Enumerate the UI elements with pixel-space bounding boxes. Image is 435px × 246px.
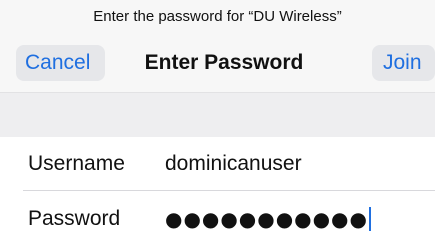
join-button[interactable]: Join	[372, 45, 435, 81]
username-row[interactable]: Username dominicanuser	[0, 137, 435, 191]
network-prompt: Enter the password for “DU Wireless”	[93, 8, 342, 25]
username-field[interactable]: dominicanuser	[165, 137, 302, 191]
sheet-header: Enter the password for “DU Wireless” Can…	[0, 0, 435, 92]
password-label: Password	[28, 207, 121, 230]
wifi-password-sheet: Enter the password for “DU Wireless” Can…	[0, 0, 435, 246]
text-cursor	[368, 207, 371, 231]
username-label: Username	[28, 152, 125, 175]
cancel-button[interactable]: Cancel	[16, 45, 105, 81]
row-divider	[23, 190, 435, 191]
page-title: Enter Password	[144, 51, 304, 74]
password-mask: ●●●●●●●●●●●	[165, 207, 368, 231]
section-spacer	[0, 92, 435, 137]
password-field[interactable]: ●●●●●●●●●●●	[165, 192, 371, 246]
password-row[interactable]: Password ●●●●●●●●●●●	[0, 192, 435, 246]
